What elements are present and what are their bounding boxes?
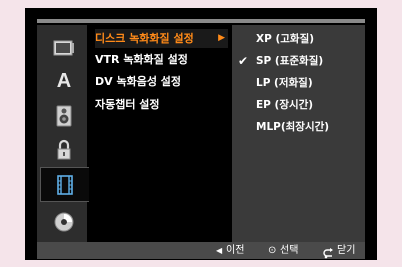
enter-icon: ⊙ [268, 245, 277, 256]
option-ep[interactable]: EP (장시간) [256, 98, 313, 112]
sidebar-item-recording[interactable] [40, 167, 89, 202]
return-icon [323, 248, 333, 259]
sidebar-item-language[interactable]: A [40, 65, 88, 98]
menu-item-label: 디스크 녹화화질 설정 [95, 32, 194, 45]
left-arrow-icon: ◀ [216, 246, 223, 255]
language-icon: A [56, 70, 72, 92]
menu-item-disc-quality[interactable]: 디스크 녹화화질 설정 ▶ [95, 29, 228, 48]
sidebar-item-lock[interactable] [40, 133, 88, 166]
quality-options: XP (고화질) ✔ SP (표준화질) LP (저화질) EP (장시간) M… [232, 25, 365, 243]
menu-item-vtr-quality[interactable]: VTR 녹화화질 설정 [95, 50, 228, 69]
film-icon [57, 174, 73, 195]
category-sidebar: A [37, 25, 89, 243]
close-hint-label[interactable]: 닫기 [337, 242, 355, 259]
menu-item-auto-chapter[interactable]: 자동챕터 설정 [95, 95, 228, 114]
tv-icon [53, 40, 74, 55]
option-lp[interactable]: LP (저화질) [256, 76, 313, 90]
setup-screen: A 디스크 녹화화질 설정 ▶ VTR 녹화화질 설정 DV 녹화음성 설정 자… [25, 8, 377, 260]
settings-menu: 디스크 녹화화질 설정 ▶ VTR 녹화화질 설정 DV 녹화음성 설정 자동챕… [89, 25, 230, 243]
submenu-arrow-icon: ▶ [218, 33, 225, 43]
menu-item-dv-audio[interactable]: DV 녹화음성 설정 [95, 72, 228, 91]
option-xp[interactable]: XP (고화질) [256, 32, 314, 46]
disc-icon [54, 212, 74, 231]
speaker-icon [56, 105, 72, 126]
top-bar [37, 19, 365, 23]
lock-icon [57, 139, 71, 159]
sidebar-item-display[interactable] [40, 31, 88, 64]
sidebar-item-disc[interactable] [40, 205, 88, 238]
menu-item-label: 자동챕터 설정 [95, 98, 160, 111]
bottom-hint-bar: ◀ 이전 ⊙ 선택 닫기 [37, 242, 365, 259]
menu-item-label: DV 녹화음성 설정 [95, 75, 182, 88]
select-hint-label[interactable]: 선택 [280, 242, 298, 259]
check-icon: ✔ [238, 54, 249, 68]
sidebar-item-audio[interactable] [40, 99, 88, 132]
back-hint-label[interactable]: 이전 [226, 242, 244, 259]
option-sp[interactable]: SP (표준화질) [256, 54, 323, 68]
menu-item-label: VTR 녹화화질 설정 [95, 53, 188, 66]
option-mlp[interactable]: MLP(최장시간) [256, 120, 329, 134]
